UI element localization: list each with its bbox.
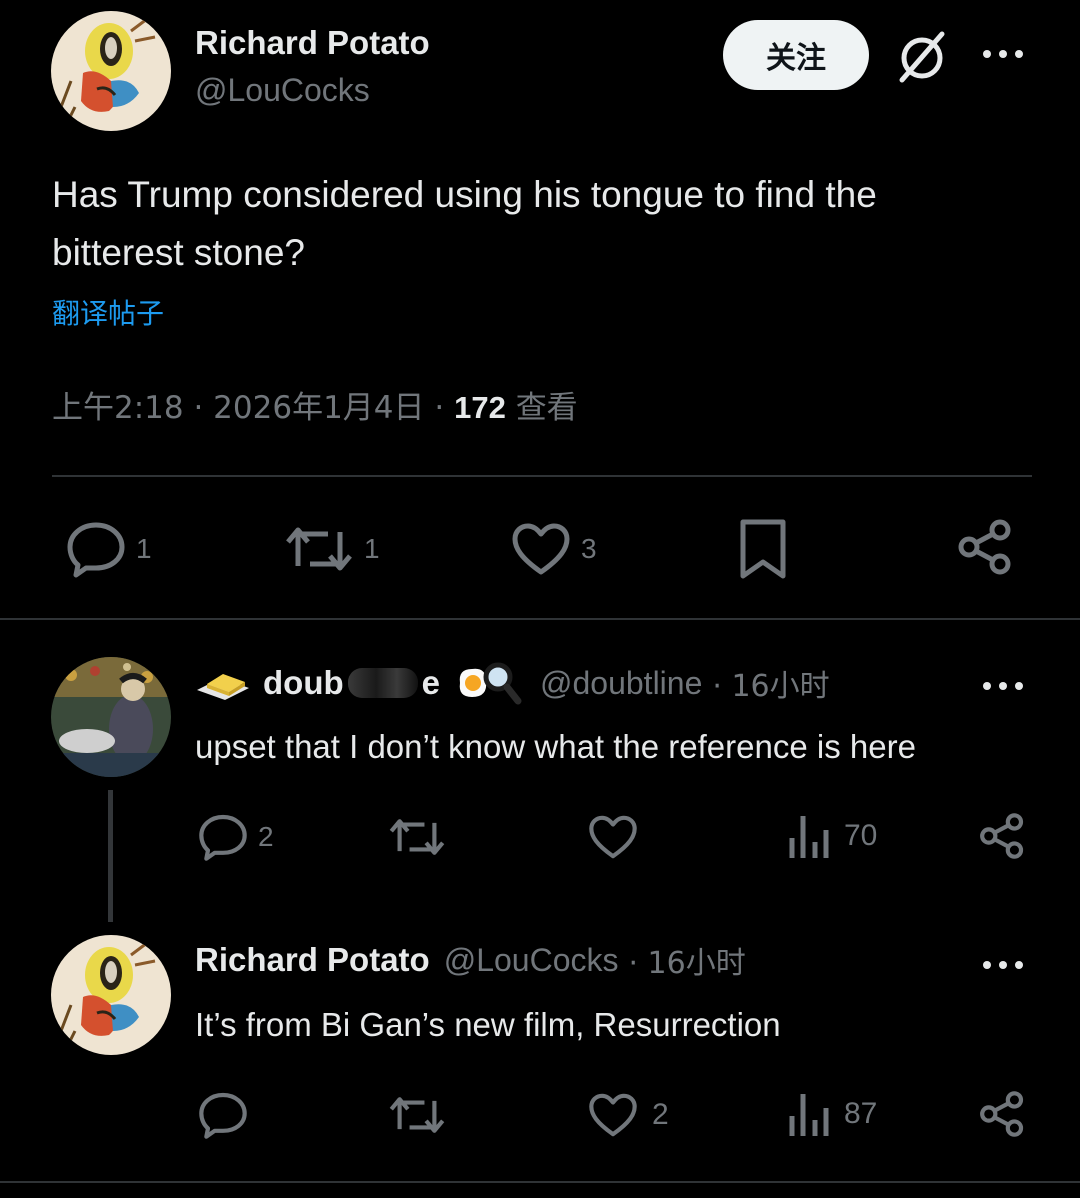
post-timestamp[interactable]: 上午2:18 · 2026年1月4日: [52, 390, 425, 426]
thread-line: [108, 790, 113, 922]
author-handle[interactable]: @LouCocks: [195, 72, 370, 109]
author-avatar[interactable]: [51, 11, 171, 131]
reply-text: upset that I don’t know what the referen…: [195, 728, 916, 765]
bar-chart-icon: [789, 1094, 829, 1136]
post-text: Has Trump considered using his tongue to…: [52, 166, 1032, 282]
author-name[interactable]: Richard Potato: [195, 24, 430, 62]
reply-repost-button[interactable]: [388, 816, 446, 858]
heart-icon: [512, 523, 570, 575]
reply-like-button[interactable]: 2: [588, 1092, 669, 1138]
reply-repost-button[interactable]: [388, 1094, 446, 1136]
avatar-illustration: [51, 935, 171, 1055]
reply-author-name[interactable]: doub: [263, 664, 344, 702]
reply-avatar[interactable]: [51, 935, 171, 1055]
reply-more-options-icon[interactable]: [981, 955, 1025, 980]
more-options-icon[interactable]: [981, 44, 1025, 69]
reply-avatar[interactable]: [51, 657, 171, 777]
reply-views-count: 87: [844, 1097, 878, 1130]
views-label: 查看: [515, 390, 578, 426]
reply-bubble-icon: [67, 522, 125, 578]
reply-reply-button[interactable]: 2: [198, 812, 274, 862]
reply-button[interactable]: 1: [66, 520, 152, 578]
reply-bubble-icon: [199, 814, 247, 861]
reply-reply-button[interactable]: [198, 1090, 248, 1140]
bar-chart-icon: [789, 816, 829, 858]
bookmark-button[interactable]: [738, 518, 788, 580]
reply-author-name-suffix: e: [421, 664, 440, 701]
post-text-line-1: Has Trump considered using his tongue to…: [52, 174, 877, 215]
avatar-illustration: [51, 11, 171, 131]
share-icon: [980, 1091, 1024, 1137]
reply-reply-count: 2: [258, 821, 274, 852]
repost-arrows-icon: [389, 819, 445, 855]
post-meta: 上午2:18 · 2026年1月4日 · 172 查看: [52, 382, 578, 427]
like-count: 3: [581, 533, 597, 564]
reply-views[interactable]: 70: [788, 812, 877, 860]
reply-bubble-icon: [199, 1092, 247, 1139]
reply-more-options-icon[interactable]: [981, 676, 1025, 701]
butter-emoji-icon: [197, 674, 249, 700]
repost-arrows-icon: [389, 1097, 445, 1133]
bookmark-icon: [740, 519, 786, 579]
section-divider: [0, 618, 1080, 620]
reply-like-count: 2: [652, 1098, 669, 1131]
blurred-name-segment: [347, 668, 418, 698]
follow-button[interactable]: 关注: [723, 20, 869, 90]
grok-icon[interactable]: [894, 28, 950, 89]
reply-views-count: 70: [844, 819, 878, 852]
reply-share-button[interactable]: [978, 812, 1026, 860]
reply-author-handle[interactable]: @doubtline: [540, 665, 702, 702]
reply-like-button[interactable]: [588, 814, 638, 860]
share-icon: [980, 813, 1024, 859]
magnifier-emoji-icon: [483, 662, 522, 705]
bottom-divider: [0, 1181, 1080, 1183]
reply-author-name[interactable]: Richard Potato: [195, 941, 430, 979]
heart-icon: [589, 815, 637, 859]
reply-time[interactable]: · 16小时: [712, 661, 829, 705]
meta-separator: ·: [434, 390, 445, 426]
share-button[interactable]: [956, 518, 1014, 576]
post-text-line-2: bitterest stone?: [52, 232, 305, 273]
views-count: 172: [454, 390, 506, 425]
repost-button[interactable]: 1: [284, 524, 380, 574]
like-button[interactable]: 3: [511, 522, 597, 576]
reply-count: 1: [136, 533, 152, 564]
repost-count: 1: [364, 533, 380, 564]
reply-time[interactable]: · 16小时: [628, 938, 745, 982]
reply-author-handle[interactable]: @LouCocks: [444, 942, 619, 979]
reply-author-row: Richard Potato @LouCocks · 16小时: [195, 938, 746, 982]
heart-icon: [589, 1093, 637, 1137]
reply-views[interactable]: 87: [788, 1090, 877, 1138]
post-divider: [52, 475, 1032, 477]
translate-post-link[interactable]: 翻译帖子: [52, 292, 164, 332]
reply-author-row: doub e @doubtline · 16小时: [195, 660, 830, 706]
reply-text: It’s from Bi Gan’s new film, Resurrectio…: [195, 1006, 781, 1043]
avatar-illustration: [51, 657, 171, 777]
reply-share-button[interactable]: [978, 1090, 1026, 1138]
share-icon: [958, 519, 1011, 575]
repost-arrows-icon: [286, 527, 352, 571]
